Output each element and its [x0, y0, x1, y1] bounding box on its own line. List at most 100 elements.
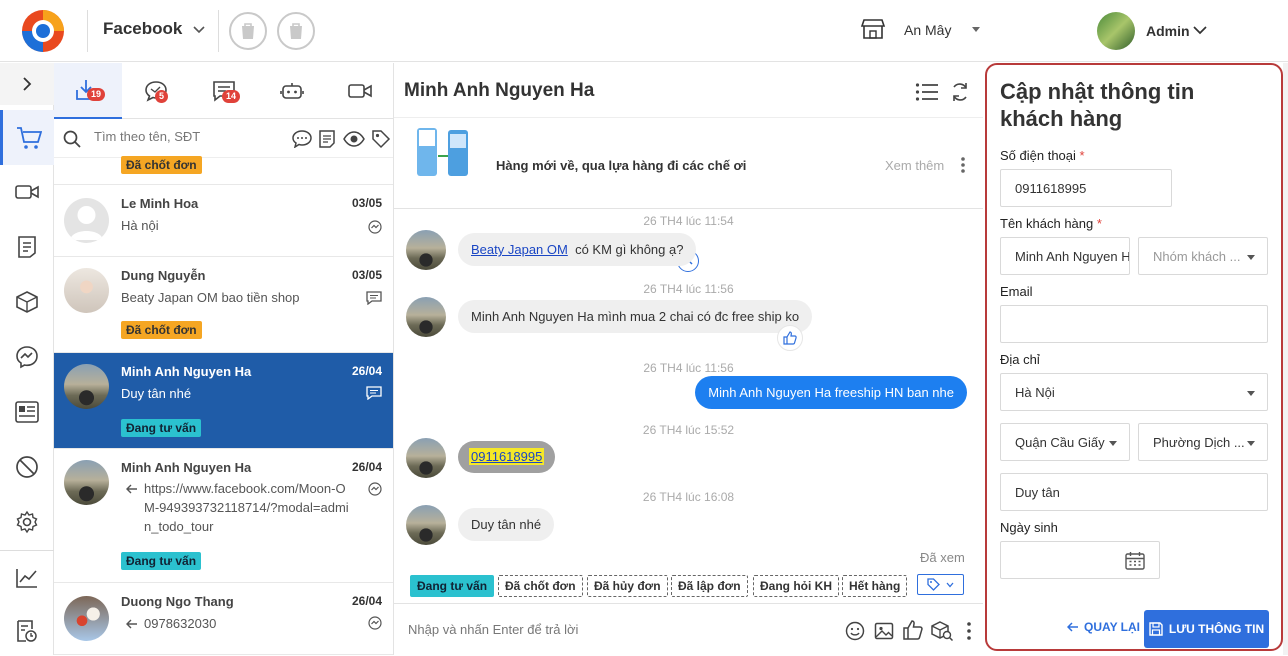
save-button[interactable]: LƯU THÔNG TIN	[1144, 610, 1269, 648]
channel-selector-label[interactable]: Facebook	[103, 19, 182, 39]
list-item-selected[interactable]: Minh Anh Nguyen Ha 26/04 Duy tân nhé Đan…	[54, 353, 393, 449]
list-item[interactable]: Duong Ngo Thang 26/04 0978632030	[54, 583, 393, 655]
scrollbar[interactable]	[1283, 63, 1288, 655]
chevron-down-icon[interactable]	[193, 26, 205, 34]
tab-comments[interactable]: 5	[122, 63, 190, 119]
nav-settings-gear-icon[interactable]	[0, 497, 54, 547]
chevron-down-icon[interactable]	[1193, 25, 1207, 35]
filter-unread-eye-icon[interactable]	[343, 131, 365, 147]
message-preview: Duy tân nhé	[121, 386, 192, 401]
message-preview: 0978632030	[144, 616, 217, 631]
refresh-icon[interactable]	[950, 82, 970, 102]
address-label: Địa chỉ	[1000, 352, 1040, 367]
nav-messenger-icon[interactable]	[0, 332, 54, 382]
expand-sidebar-button[interactable]	[0, 63, 54, 105]
shop-bag-button[interactable]	[229, 12, 267, 50]
nav-orders-icon[interactable]	[0, 222, 54, 272]
phone-field[interactable]: 0911618995	[1000, 169, 1172, 207]
chat-panel: Minh Anh Nguyen Ha Hàng mới về, qua lựa …	[394, 63, 983, 655]
quick-tag-cancelled[interactable]: Đã hủy đơn	[587, 575, 668, 597]
arrow-left-icon	[1067, 622, 1078, 632]
conversation-list-panel: 19 5 14 Tìm theo tên, SĐT Đã chốt đơn Le…	[54, 63, 394, 655]
more-options-icon[interactable]	[966, 621, 972, 641]
reply-arrow-icon	[126, 619, 138, 629]
avatar	[64, 596, 109, 641]
contact-name: Minh Anh Nguyen Ha	[121, 460, 252, 475]
search-icon[interactable]	[63, 130, 81, 148]
search-input[interactable]	[94, 129, 284, 144]
avatar	[64, 198, 109, 243]
more-options-icon[interactable]	[960, 156, 966, 174]
quick-tag-out-of-stock[interactable]: Hết hàng	[842, 575, 908, 597]
incoming-message-phone[interactable]: 0911618995	[458, 441, 556, 473]
add-tag-dropdown[interactable]	[917, 574, 964, 595]
seen-status: Đã xem	[920, 550, 965, 565]
name-label: Tên khách hàng *	[1000, 216, 1102, 231]
list-item[interactable]: Minh Anh Nguyen Ha 26/04 https://www.fac…	[54, 449, 393, 583]
list-view-icon[interactable]	[915, 82, 939, 102]
nav-cart-icon[interactable]	[0, 110, 54, 165]
like-reaction-icon[interactable]	[777, 325, 803, 351]
list-item[interactable]: Đã chốt đơn	[54, 156, 393, 185]
city-select[interactable]: Hà Nội	[1000, 373, 1268, 411]
app-logo[interactable]	[20, 8, 66, 54]
tab-inbox[interactable]: 19	[54, 63, 122, 119]
list-item[interactable]: Le Minh Hoa 03/05 Hà nội	[54, 185, 393, 257]
nav-report-chart-icon[interactable]	[0, 553, 54, 603]
user-name[interactable]: Admin	[1146, 23, 1190, 39]
reply-arrow-icon	[126, 484, 138, 494]
customer-group-select[interactable]: Nhóm khách ...	[1138, 237, 1268, 275]
avatar	[406, 230, 446, 270]
birthday-field[interactable]	[1000, 541, 1160, 579]
quick-tag-created[interactable]: Đã lập đơn	[671, 575, 748, 597]
filter-tag-icon[interactable]	[371, 129, 391, 149]
shop-bag-button[interactable]	[277, 12, 315, 50]
calendar-icon[interactable]	[1125, 551, 1145, 570]
emoji-icon[interactable]	[845, 621, 865, 641]
caret-down-icon[interactable]	[972, 27, 980, 32]
street-address-field[interactable]: Duy tân	[1000, 473, 1268, 511]
nav-video-icon[interactable]	[0, 167, 54, 217]
tab-bot[interactable]	[258, 63, 326, 119]
store-icon	[860, 18, 886, 40]
nav-customer-card-icon[interactable]	[0, 387, 54, 437]
tab-video[interactable]	[326, 63, 393, 119]
contact-name: Le Minh Hoa	[121, 196, 199, 211]
post-text: Hàng mới về, qua lựa hàng đi các chế ơi	[496, 158, 747, 173]
avatar	[406, 438, 446, 478]
contact-name: Duong Ngo Thang	[121, 594, 234, 609]
message-timestamp: 26 TH4 lúc 11:56	[643, 282, 734, 296]
list-item[interactable]: Dung Nguyễn 03/05 Beaty Japan OM bao tiề…	[54, 257, 393, 353]
nav-schedule-icon[interactable]	[0, 606, 54, 656]
like-button-icon[interactable]	[902, 619, 924, 641]
district-select[interactable]: Quận Cầu Giấy	[1000, 423, 1130, 461]
image-upload-icon[interactable]	[874, 621, 894, 641]
product-search-icon[interactable]	[930, 620, 954, 642]
ward-select[interactable]: Phường Dịch ...	[1138, 423, 1268, 461]
mention-link[interactable]: Beaty Japan OM	[471, 242, 568, 257]
avatar[interactable]	[1097, 12, 1135, 50]
filter-comment-icon[interactable]	[292, 130, 312, 148]
filter-order-icon[interactable]	[319, 130, 335, 148]
quick-tag-asking[interactable]: Đang hỏi KH	[753, 575, 839, 597]
nav-block-icon[interactable]	[0, 442, 54, 492]
reply-input[interactable]	[408, 622, 808, 637]
tab-messages[interactable]: 14	[190, 63, 258, 119]
email-field[interactable]	[1000, 305, 1268, 343]
post-product-image	[414, 126, 472, 178]
tag-icon	[927, 578, 940, 591]
avatar	[64, 364, 109, 409]
message-text: Minh Anh Nguyen Ha freeship HN ban nhe	[708, 385, 954, 400]
post-see-more-link[interactable]: Xem thêm	[885, 158, 944, 173]
customer-name-field[interactable]: Minh Anh Nguyen Ha	[1000, 237, 1130, 275]
detected-phone-link[interactable]: 0911618995	[469, 448, 545, 465]
nav-product-box-icon[interactable]	[0, 277, 54, 327]
quick-tag-closed[interactable]: Đã chốt đơn	[498, 575, 583, 597]
message-preview: Hà nội	[121, 218, 159, 233]
store-name[interactable]: An Mây	[904, 22, 951, 38]
post-preview[interactable]: Hàng mới về, qua lựa hàng đi các chế ơi …	[394, 117, 983, 272]
back-button[interactable]: QUAY LẠI	[1067, 620, 1140, 634]
quick-tag-consulting[interactable]: Đang tư vấn	[410, 575, 495, 597]
caret-down-icon	[1247, 441, 1255, 446]
avatar	[406, 297, 446, 337]
